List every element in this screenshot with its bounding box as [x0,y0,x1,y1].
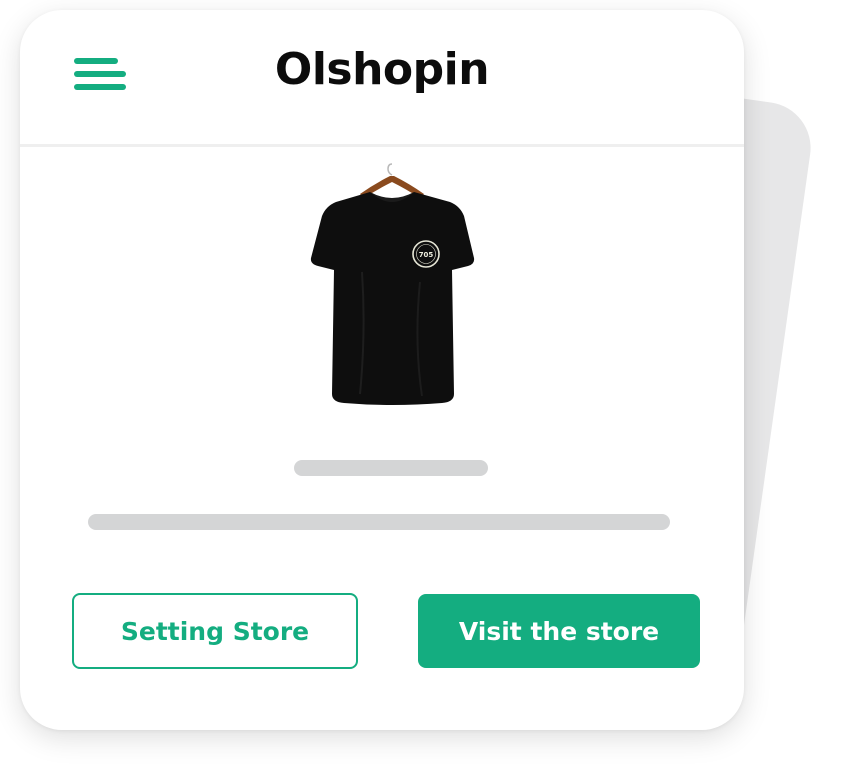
brand-title: Olshopin [274,44,490,95]
menu-line [74,84,126,90]
stage: Olshopin 705 Setting Store Visit the sto… [0,0,850,770]
hamburger-menu-icon[interactable] [74,58,126,94]
card-header: Olshopin [20,10,744,147]
menu-line [74,71,126,77]
setting-store-button[interactable]: Setting Store [72,593,358,669]
menu-line [74,58,118,64]
store-card: Olshopin 705 Setting Store Visit the sto… [20,10,744,730]
product-title-placeholder [294,460,488,476]
product-description-placeholder [88,514,670,530]
visit-store-button[interactable]: Visit the store [418,594,700,668]
badge-text: 705 [419,251,434,259]
product-image: 705 [310,163,475,405]
